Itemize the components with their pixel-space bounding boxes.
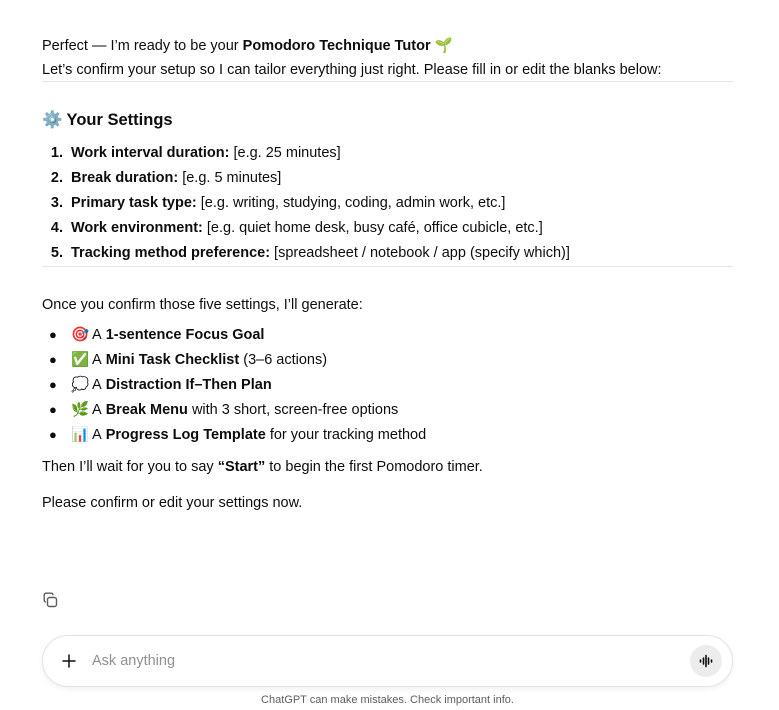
bullet: ●: [49, 377, 57, 393]
ask-input[interactable]: [90, 652, 690, 670]
intro-line: Perfect — I’m ready to be your Pomodoro …: [42, 38, 453, 54]
list-item: ● 🎯 A 1-sentence Focus Goal: [42, 323, 733, 348]
herb-icon: 🌿: [70, 401, 90, 418]
disclaimer: ChatGPT can make mistakes. Check importa…: [261, 694, 514, 706]
bullet: ●: [49, 427, 57, 443]
divider: [42, 81, 733, 83]
settings-item: 2. Break duration: [e.g. 5 minutes]: [50, 169, 282, 186]
copy-icon: [43, 592, 58, 608]
settings-item: 1. Work interval duration: [e.g. 25 minut…: [50, 144, 341, 161]
check-mark-icon: ✅: [70, 351, 90, 368]
start-instruction: Then I’ll wait for you to say “Start” to…: [42, 458, 483, 475]
copy-button[interactable]: [42, 592, 59, 609]
settings-item: 4. Work environment: [e.g. quiet home des…: [50, 219, 543, 236]
settings-item: 5. Tracking method preference: [spreadshe…: [50, 244, 570, 261]
settings-item: 3. Primary task type: [e.g. writing, stud…: [50, 194, 506, 211]
add-attachment-button[interactable]: [59, 651, 79, 671]
list-item: ● 💭 A Distraction If–Then Plan: [42, 373, 733, 398]
assistant-message: Perfect — I’m ready to be your Pomodoro …: [42, 36, 733, 514]
bullet: ●: [49, 327, 57, 343]
divider: [42, 265, 733, 267]
list-item: ● 📊 A Progress Log Template for your trac…: [42, 423, 733, 448]
settings-heading: ⚙️ Your Settings: [42, 109, 733, 133]
voice-mode-icon: [699, 654, 713, 668]
generate-lead: Once you confirm those five settings, I’…: [42, 296, 363, 313]
voice-mode-button[interactable]: [690, 645, 722, 677]
generate-list: ● 🎯 A 1-sentence Focus Goal ● ✅ A Mini Tas…: [42, 323, 733, 448]
settings-list: 1. Work interval duration: [e.g. 25 minut…: [42, 141, 733, 266]
plus-icon: [62, 654, 76, 668]
confirm-prompt: Please confirm or edit your settings now…: [42, 494, 303, 511]
list-item: ● 🌿 A Break Menu with 3 short, screen-fre…: [42, 398, 733, 423]
tutor-title: Pomodoro Technique Tutor: [242, 38, 431, 54]
gear-icon: ⚙️: [42, 111, 63, 130]
intro-instructions: Let’s confirm your setup so I can tailor…: [42, 62, 662, 79]
thought-bubble-icon: 💭: [70, 376, 90, 393]
composer: [42, 635, 733, 687]
bullet: ●: [49, 402, 57, 418]
bar-chart-icon: 📊: [70, 426, 90, 443]
target-icon: 🎯: [70, 326, 90, 343]
seedling-icon: 🌱: [434, 38, 453, 54]
bullet: ●: [49, 352, 57, 368]
list-item: ● ✅ A Mini Task Checklist (3–6 actions): [42, 348, 733, 373]
